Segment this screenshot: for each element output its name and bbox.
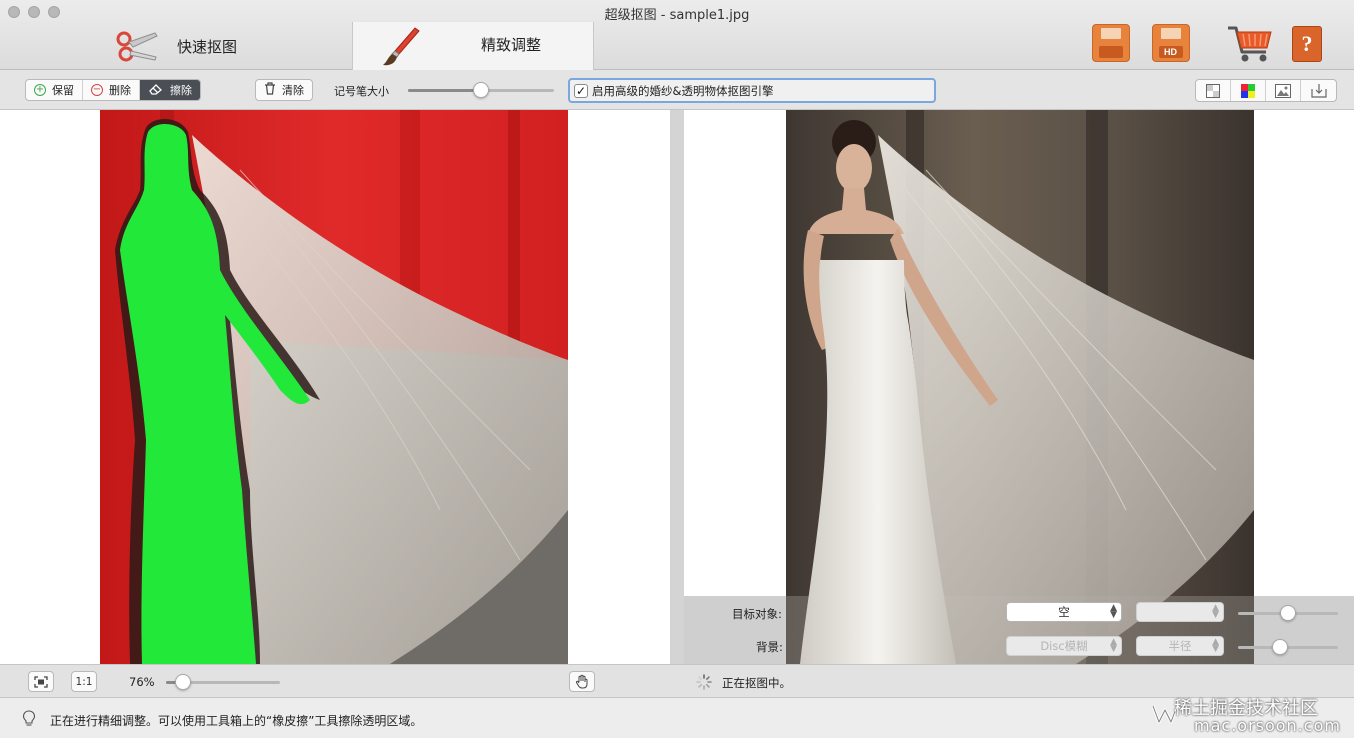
tab-refine-label: 精致调整 xyxy=(481,36,542,54)
delete-brush-label: 删除 xyxy=(109,84,131,97)
zoom-slider-knob[interactable] xyxy=(175,674,192,690)
minus-circle-icon: − xyxy=(91,84,103,96)
cart-icon[interactable] xyxy=(1226,22,1274,64)
zoom-slider[interactable] xyxy=(166,674,280,690)
keep-brush-label: 保留 xyxy=(52,84,74,97)
background-slider-track xyxy=(1238,646,1338,649)
tab-quick-cutout[interactable]: 快速抠图 xyxy=(0,22,352,70)
export-icon[interactable] xyxy=(1301,80,1336,101)
checkbox-check-icon[interactable]: ✓ xyxy=(574,83,588,98)
updown-arrow-icon: ▲ ▼ xyxy=(1212,603,1219,620)
watermark: 稀土掘金技术社区 mac.orsoon.com xyxy=(1150,694,1350,738)
tab-refine[interactable]: 精致调整 xyxy=(352,22,594,70)
right-preview-canvas[interactable]: 目标对象: 空 ▲ ▼ ▲ ▼ 背景: Disc模糊 ▲ ▼ 半径 ▲ ▼ xyxy=(684,110,1354,664)
updown-arrow-icon: ▲ ▼ xyxy=(1212,637,1219,654)
paintbrush-icon xyxy=(379,24,423,71)
spinner-icon xyxy=(696,674,712,690)
help-icon[interactable]: ? xyxy=(1292,26,1322,62)
target-object-label: 目标对象: xyxy=(732,607,782,621)
plus-circle-icon: + xyxy=(34,84,46,96)
save-hd-icon[interactable]: HD xyxy=(1152,24,1190,62)
hand-tool-icon[interactable] xyxy=(569,671,595,692)
erase-brush-button[interactable]: 擦除 xyxy=(140,80,200,100)
updown-arrow-icon: ▲ ▼ xyxy=(1110,603,1117,620)
clear-label: 清除 xyxy=(282,84,304,97)
cutout-preview-image[interactable] xyxy=(786,110,1254,664)
erase-brush-label: 擦除 xyxy=(170,84,192,97)
target-object-select[interactable]: 空 ▲ ▼ xyxy=(1006,602,1122,622)
keep-brush-button[interactable]: + 保留 xyxy=(26,80,83,100)
background-slider-knob[interactable] xyxy=(1272,639,1288,655)
title-bar: 超级抠图 - sample1.jpg 快速抠图 精致调整 HD ? xyxy=(0,0,1354,70)
lightbulb-icon xyxy=(22,710,36,730)
advanced-engine-checkbox[interactable]: ✓ 启用高级的婚纱&透明物体抠图引擎 xyxy=(568,78,936,103)
bottom-bar: 1:1 76% 正在抠图中。 xyxy=(0,664,1354,698)
view-mode-buttons xyxy=(1195,79,1337,102)
delete-brush-button[interactable]: − 删除 xyxy=(83,80,140,100)
brush-size-knob[interactable] xyxy=(473,82,489,98)
tab-quick-cutout-label: 快速抠图 xyxy=(176,37,237,56)
image-view-icon[interactable] xyxy=(1266,80,1301,101)
zoom-level-label: 76% xyxy=(129,675,155,689)
trash-icon xyxy=(264,82,276,98)
background-label: 背景: xyxy=(756,640,783,654)
brush-mode-segmented-control: + 保留 − 删除 擦除 xyxy=(25,79,201,101)
scissors-icon xyxy=(115,27,159,66)
updown-arrow-icon: ▲ ▼ xyxy=(1110,637,1117,654)
watermark-line2: mac.orsoon.com xyxy=(1194,716,1341,735)
background-blur-value: Disc模糊 xyxy=(1040,639,1088,653)
brush-size-slider[interactable] xyxy=(408,82,554,98)
actual-size-button[interactable]: 1:1 xyxy=(71,671,97,692)
fit-screen-icon[interactable] xyxy=(28,671,54,692)
marked-source-image[interactable] xyxy=(100,110,568,664)
left-editing-canvas[interactable] xyxy=(0,110,670,664)
color-view-icon[interactable] xyxy=(1231,80,1266,101)
transparent-view-icon[interactable] xyxy=(1196,80,1231,101)
target-slider[interactable] xyxy=(1238,605,1338,621)
radius-select[interactable]: 半径 ▲ ▼ xyxy=(1136,636,1224,656)
background-blur-select[interactable]: Disc模糊 ▲ ▼ xyxy=(1006,636,1122,656)
clear-button[interactable]: 清除 xyxy=(255,79,313,101)
target-object-value: 空 xyxy=(1058,605,1070,619)
advanced-engine-label: 启用高级的婚纱&透明物体抠图引擎 xyxy=(592,83,774,98)
background-slider[interactable] xyxy=(1238,639,1338,655)
window-title: 超级抠图 - sample1.jpg xyxy=(604,8,750,23)
eraser-icon xyxy=(148,83,164,98)
target-secondary-select[interactable]: ▲ ▼ xyxy=(1136,602,1224,622)
status-text: 正在抠图中。 xyxy=(722,676,791,690)
brush-size-label: 记号笔大小 xyxy=(334,85,389,98)
hint-text: 正在进行精细调整。可以使用工具箱上的“橡皮擦”工具擦除透明区域。 xyxy=(50,714,423,728)
panel-divider[interactable] xyxy=(670,110,684,664)
save-icon[interactable] xyxy=(1092,24,1130,62)
brush-size-fill xyxy=(408,89,481,92)
radius-value: 半径 xyxy=(1168,639,1192,653)
target-slider-knob[interactable] xyxy=(1280,605,1296,621)
